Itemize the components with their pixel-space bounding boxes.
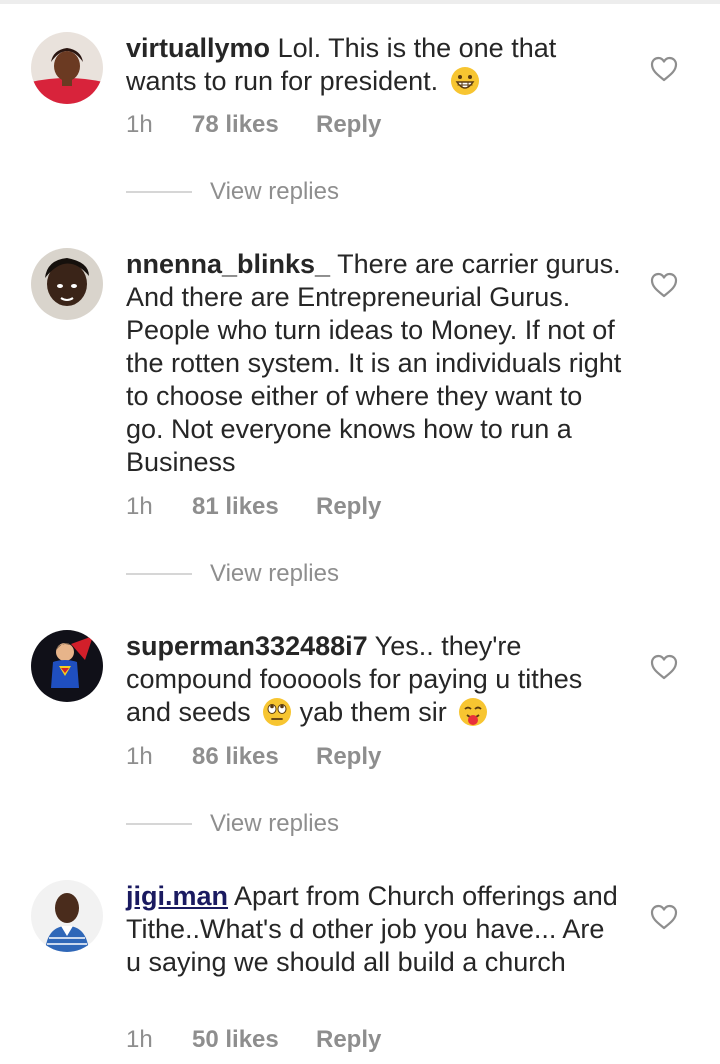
rolling-eyes-face-emoji-icon [262,697,292,735]
top-divider [0,0,720,4]
view-replies-button[interactable]: View replies [126,559,426,589]
timestamp: 1h [126,743,153,770]
avatar[interactable] [31,248,103,320]
avatar[interactable] [31,630,103,702]
view-replies-divider [126,191,192,193]
heart-like-icon[interactable] [650,654,678,680]
timestamp: 1h [126,111,153,138]
avatar[interactable] [31,880,103,952]
timestamp: 1h [126,493,153,520]
grinning-face-emoji-icon [450,66,480,104]
heart-like-icon[interactable] [650,56,678,82]
comment-body: nnenna_blinks_ There are carrier gurus. … [126,248,626,479]
username[interactable]: jigi.man [126,881,228,911]
reply-button[interactable]: Reply [316,110,381,140]
view-replies-divider [126,823,192,825]
comment-body: superman332488i7 Yes.. they're compound … [126,630,626,735]
heart-like-icon[interactable] [650,904,678,930]
username[interactable]: virtuallymo [126,33,270,63]
view-replies-label: View replies [210,178,339,205]
avatar[interactable] [31,32,103,104]
comment-body: jigi.man Apart from Church offerings and… [126,880,626,979]
reply-button[interactable]: Reply [316,492,381,522]
reply-button[interactable]: Reply [316,742,381,772]
view-replies-label: View replies [210,810,339,837]
view-replies-label: View replies [210,560,339,587]
reply-button[interactable]: Reply [316,1025,381,1055]
comment-text: There are carrier gurus. And there are E… [126,249,622,477]
view-replies-divider [126,573,192,575]
likes-count[interactable]: 81 likes [192,492,279,522]
likes-count[interactable]: 86 likes [192,742,279,772]
username[interactable]: superman332488i7 [126,631,368,661]
comment-text-part-2: yab them sir [299,697,447,727]
view-replies-button[interactable]: View replies [126,177,426,207]
view-replies-button[interactable]: View replies [126,809,426,839]
timestamp: 1h [126,1026,153,1053]
username[interactable]: nnenna_blinks_ [126,249,330,279]
comment-body: virtuallymo Lol. This is the one that wa… [126,32,626,104]
tongue-out-face-emoji-icon [458,697,488,735]
heart-like-icon[interactable] [650,272,678,298]
likes-count[interactable]: 78 likes [192,110,279,140]
likes-count[interactable]: 50 likes [192,1025,279,1055]
